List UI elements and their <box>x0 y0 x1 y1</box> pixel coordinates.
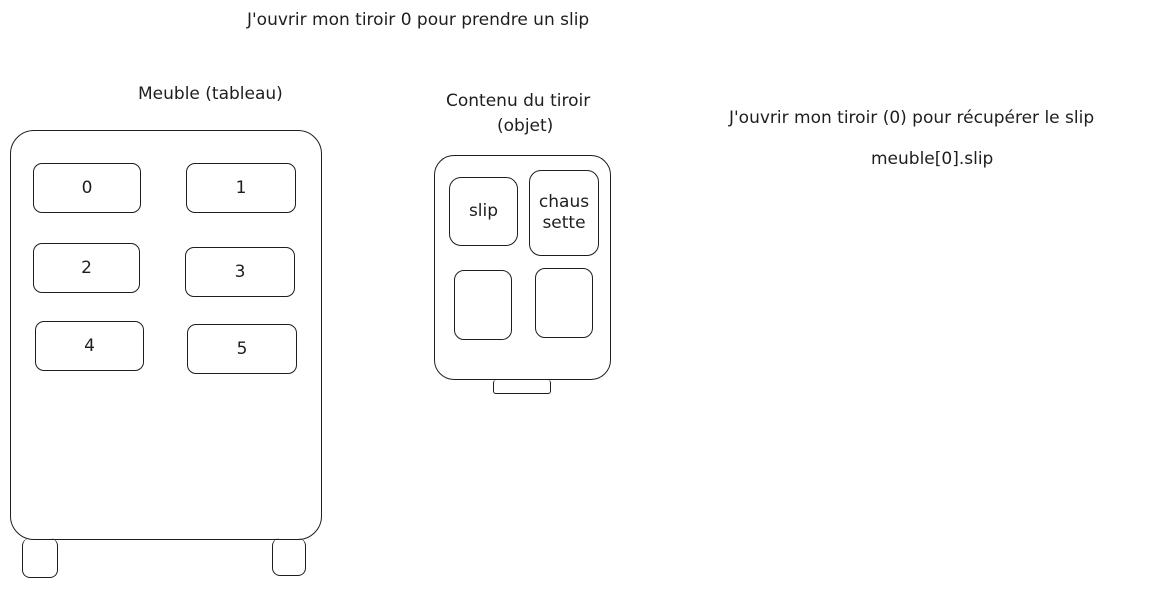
code-caption: meuble[0].slip <box>871 149 994 169</box>
furniture-drawer-5: 5 <box>187 324 297 374</box>
drawer-label-line1: Contenu du tiroir <box>446 91 591 111</box>
furniture-drawer-3: 3 <box>185 247 295 297</box>
right-caption: J'ouvrir mon tiroir (0) pour récupérer l… <box>729 108 1095 128</box>
drawer-item-chaussette: chaus sette <box>529 170 599 256</box>
furniture-foot-right <box>272 538 306 576</box>
drawer-label-line2: (objet) <box>497 116 554 136</box>
furniture-drawer-0: 0 <box>33 163 141 213</box>
top-caption: J'ouvrir mon tiroir 0 pour prendre un sl… <box>247 10 590 30</box>
furniture-label: Meuble (tableau) <box>138 84 283 104</box>
furniture-foot-left <box>22 538 58 578</box>
furniture-drawer-4: 4 <box>35 321 144 371</box>
drawer-item-empty-2 <box>535 268 593 338</box>
furniture-drawer-2: 2 <box>33 243 140 293</box>
drawer-item-empty-1 <box>454 270 512 340</box>
furniture-drawer-1: 1 <box>186 163 296 213</box>
drawer-item-slip: slip <box>449 177 518 246</box>
drawer-handle <box>493 380 551 394</box>
